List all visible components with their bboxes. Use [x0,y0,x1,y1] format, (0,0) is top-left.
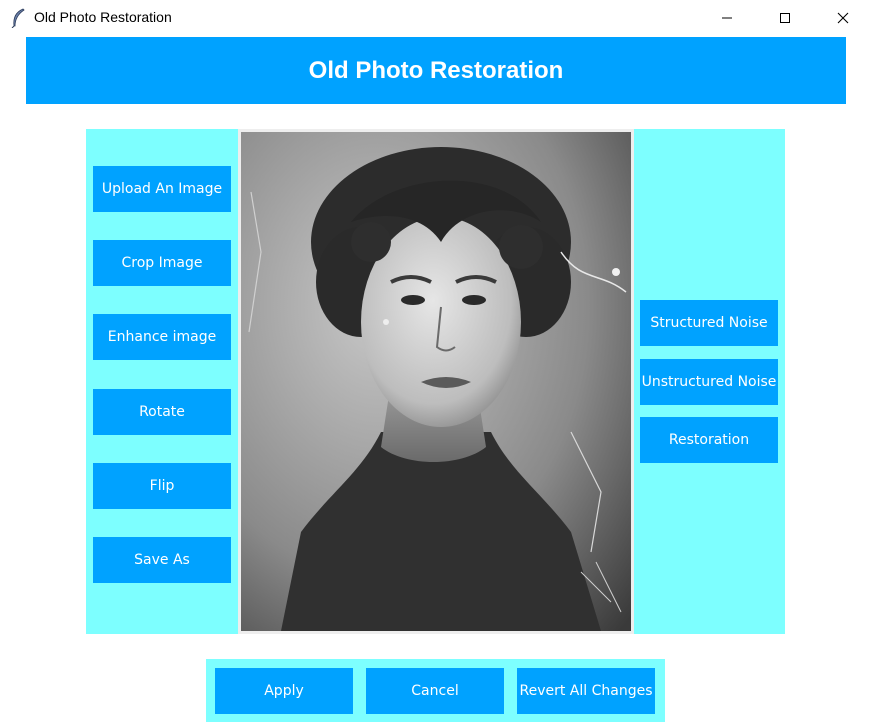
left-tool-panel: Upload An Image Crop Image Enhance image… [86,129,238,634]
revert-all-changes-button[interactable]: Revert All Changes [517,668,655,714]
minimize-icon [721,9,733,28]
upload-image-button[interactable]: Upload An Image [93,166,231,212]
rotate-button[interactable]: Rotate [93,389,231,435]
title-bar: Old Photo Restoration [0,0,872,36]
page-title: Old Photo Restoration [308,56,564,84]
crop-image-button[interactable]: Crop Image [93,240,231,286]
unstructured-noise-button[interactable]: Unstructured Noise [640,359,778,405]
right-tool-panel: Structured Noise Unstructured Noise Rest… [634,129,785,634]
close-button[interactable] [814,0,872,36]
minimize-button[interactable] [698,0,756,36]
save-as-button[interactable]: Save As [93,537,231,583]
apply-button[interactable]: Apply [215,668,353,714]
photo-image [241,132,631,631]
enhance-image-button[interactable]: Enhance image [93,314,231,360]
maximize-button[interactable] [756,0,814,36]
cancel-button[interactable]: Cancel [366,668,504,714]
flip-button[interactable]: Flip [93,463,231,509]
image-preview [238,129,634,634]
app-header: Old Photo Restoration [26,37,846,104]
restoration-button[interactable]: Restoration [640,417,778,463]
bottom-action-panel: Apply Cancel Revert All Changes [206,659,665,722]
window-title: Old Photo Restoration [34,9,172,25]
maximize-icon [779,9,791,28]
close-icon [837,9,849,28]
feather-icon [10,8,26,29]
structured-noise-button[interactable]: Structured Noise [640,300,778,346]
